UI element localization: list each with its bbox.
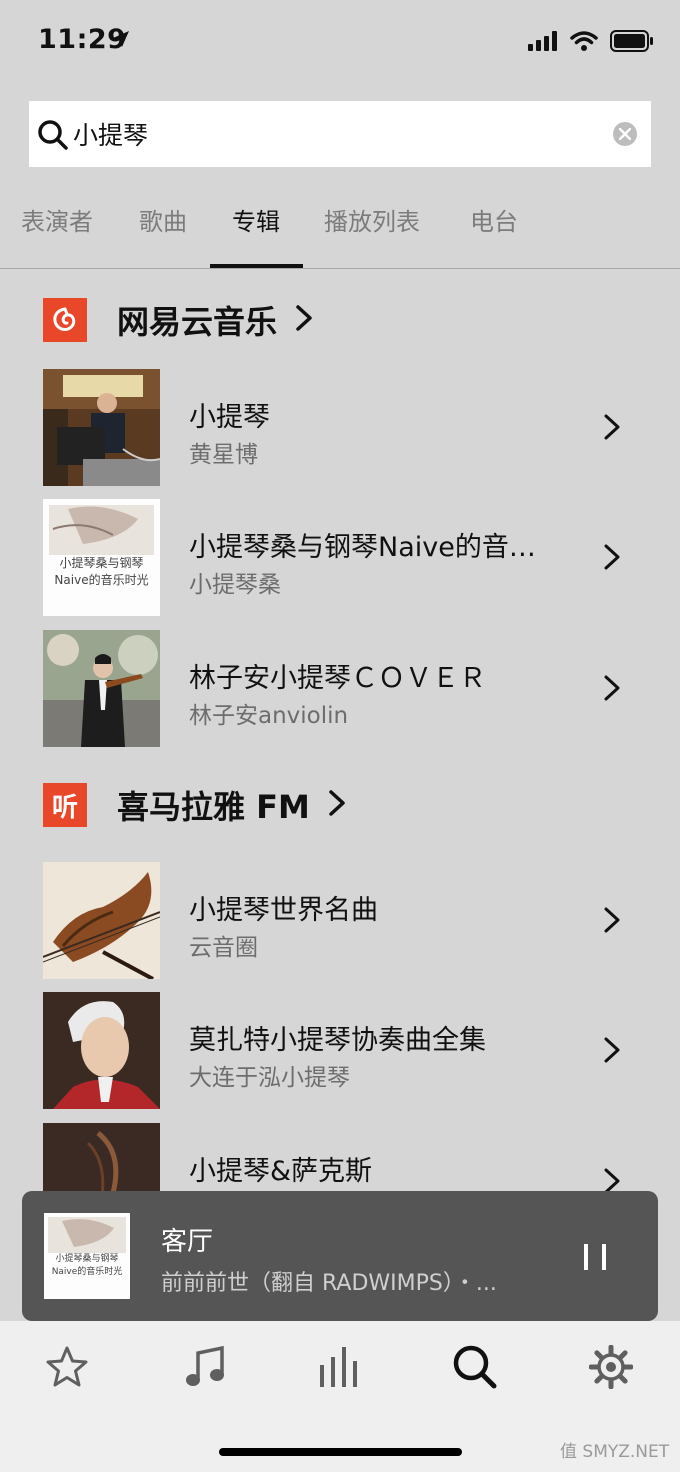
signal-icon: [528, 31, 558, 55]
now-playing-track: 前前前世（翻自 RADWIMPS）・...: [161, 1271, 497, 1296]
album-cover-text: 小提琴桑与钢琴 Naive的音乐时光: [51, 1254, 123, 1277]
search-icon: [453, 1345, 497, 1389]
tab-radio[interactable]: 电台: [470, 202, 518, 237]
search-input[interactable]: [73, 113, 593, 155]
section-title: 网易云音乐: [117, 303, 278, 341]
ximalaya-logo-icon: 听: [43, 783, 87, 827]
album-row[interactable]: 小提琴 黄星博: [43, 369, 643, 487]
album-artist: 云音圈: [189, 935, 258, 961]
album-cover-text: 小提琴桑与钢琴 Naive的音乐时光: [54, 556, 149, 587]
album-artist: 林子安anviolin: [189, 703, 349, 729]
now-playing-album-art: 小提琴桑与钢琴 Naive的音乐时光: [44, 1213, 130, 1299]
album-cover-image: [43, 992, 160, 1109]
section-header-netease[interactable]: 网易云音乐: [43, 297, 313, 343]
album-title: 林子安小提琴ＣＯＶＥＲ: [189, 663, 486, 694]
nav-rooms-button[interactable]: [315, 1343, 365, 1391]
album-title: 小提琴&萨克斯: [189, 1156, 373, 1187]
star-icon: [46, 1346, 88, 1387]
wifi-icon: [570, 31, 598, 55]
nav-search-button[interactable]: [450, 1343, 500, 1391]
clear-search-button[interactable]: [613, 122, 637, 146]
nav-favorites-button[interactable]: [42, 1343, 92, 1391]
album-artist: 大连于泓小提琴: [189, 1065, 350, 1091]
music-note-icon: [186, 1345, 224, 1386]
album-row[interactable]: 小提琴桑与钢琴 Naive的音乐时光 小提琴桑与钢琴Naive的音乐时光 小提琴…: [43, 499, 643, 617]
chevron-right-icon: [603, 674, 621, 706]
active-tab-indicator: [210, 264, 303, 268]
album-cover-image: [43, 862, 160, 979]
now-playing-room: 客厅: [161, 1227, 214, 1257]
chevron-right-icon: [603, 1036, 621, 1068]
album-row[interactable]: 林子安小提琴ＣＯＶＥＲ 林子安anviolin: [43, 630, 643, 748]
close-icon: [619, 128, 631, 140]
pause-button[interactable]: [582, 1243, 608, 1275]
category-tabs: 表演者 歌曲 专辑 播放列表 电台: [0, 186, 680, 269]
chevron-right-icon: [328, 789, 346, 821]
nav-settings-button[interactable]: [586, 1343, 636, 1391]
search-icon: [37, 119, 69, 155]
status-bar: 11:29: [0, 0, 680, 80]
home-indicator[interactable]: [219, 1448, 462, 1456]
album-artist: 小提琴桑: [189, 572, 281, 598]
search-bar: [29, 101, 651, 167]
album-cover-image: [43, 630, 160, 747]
album-artist: 黄星博: [189, 442, 258, 468]
album-title: 小提琴世界名曲: [189, 895, 378, 926]
bottom-navigation: 值 SMYZ.NET: [0, 1321, 680, 1472]
section-header-ximalaya[interactable]: 听 喜马拉雅 FM: [43, 782, 346, 828]
location-arrow-icon: [112, 30, 130, 52]
tab-performers[interactable]: 表演者: [21, 202, 93, 237]
gear-icon: [589, 1345, 633, 1389]
tab-albums[interactable]: 专辑: [232, 202, 280, 237]
nav-music-button[interactable]: [179, 1343, 229, 1391]
album-title: 小提琴: [189, 402, 270, 433]
album-row[interactable]: 小提琴世界名曲 云音圈: [43, 862, 643, 980]
chevron-right-icon: [603, 413, 621, 445]
now-playing-bar[interactable]: 小提琴桑与钢琴 Naive的音乐时光 客厅 前前前世（翻自 RADWIMPS）・…: [22, 1191, 658, 1321]
equalizer-icon: [320, 1347, 357, 1387]
section-title: 喜马拉雅 FM: [117, 788, 310, 826]
netease-logo-icon: [43, 298, 87, 342]
album-title: 小提琴桑与钢琴Naive的音乐时光: [189, 532, 549, 563]
album-title: 莫扎特小提琴协奏曲全集: [189, 1025, 486, 1056]
watermark: 值 SMYZ.NET: [560, 1442, 670, 1462]
pause-icon: [584, 1244, 606, 1270]
album-cover-image: 小提琴桑与钢琴 Naive的音乐时光: [43, 499, 160, 616]
album-cover-image: [43, 369, 160, 486]
battery-icon: [610, 30, 654, 56]
chevron-right-icon: [295, 304, 313, 336]
tab-playlists[interactable]: 播放列表: [324, 202, 420, 237]
tab-songs[interactable]: 歌曲: [139, 202, 187, 237]
chevron-right-icon: [603, 543, 621, 575]
chevron-right-icon: [603, 906, 621, 938]
album-row[interactable]: 莫扎特小提琴协奏曲全集 大连于泓小提琴: [43, 992, 643, 1110]
